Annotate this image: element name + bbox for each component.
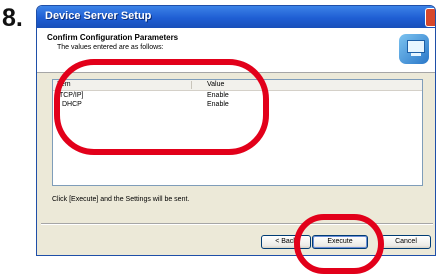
title-bar: Device Server Setup <box>37 6 435 28</box>
header-subtitle: The values entered are as follows: <box>57 44 164 51</box>
step-number: 8. <box>2 4 23 32</box>
annotation-circle-execute <box>294 214 384 274</box>
header-title: Confirm Configuration Parameters <box>47 33 179 42</box>
window-title: Device Server Setup <box>45 10 152 22</box>
close-button[interactable] <box>425 8 435 27</box>
annotation-circle-list <box>54 59 269 155</box>
footer-note: Click [Execute] and the Settings will be… <box>52 196 190 203</box>
computer-monitor-icon <box>399 34 429 64</box>
cancel-button[interactable]: Cancel <box>381 235 431 249</box>
